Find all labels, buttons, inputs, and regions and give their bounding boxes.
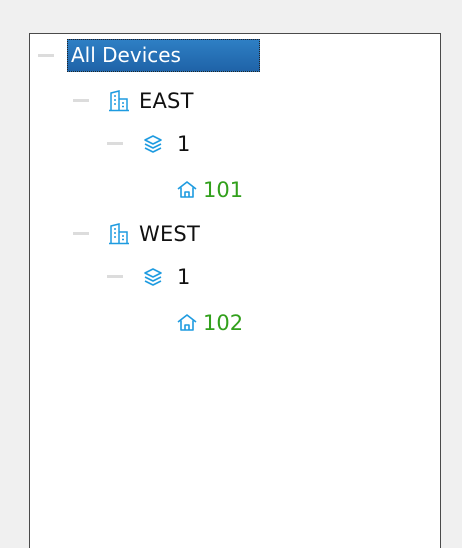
tree-node-label: WEST [139,222,200,246]
tree-node-all-devices[interactable]: All Devices [67,39,260,72]
tree-node-room-102[interactable]: 102 [176,306,243,340]
layers-icon [142,133,164,155]
collapse-toggle-east[interactable] [73,99,89,102]
home-icon [176,179,198,201]
collapse-toggle-west[interactable] [73,232,89,235]
tree-node-label: EAST [139,89,194,113]
tree-node-room-101[interactable]: 101 [176,173,243,207]
collapse-toggle-west-floor-1[interactable] [107,275,123,278]
collapse-toggle-east-floor-1[interactable] [107,142,123,145]
collapse-toggle-root[interactable] [38,54,54,57]
tree-node-east[interactable]: EAST [108,84,194,118]
tree-node-label: 101 [203,178,244,202]
tree-node-west-floor-1[interactable]: 1 [142,260,191,294]
tree-node-east-floor-1[interactable]: 1 [142,127,191,161]
tree-node-label: 1 [177,132,191,156]
device-tree-panel[interactable] [29,33,441,548]
tree-node-west[interactable]: WEST [108,217,200,251]
tree-node-label: 1 [177,265,191,289]
building-icon [108,90,130,112]
tree-node-label: 102 [203,311,244,335]
layers-icon [142,266,164,288]
building-icon [108,223,130,245]
home-icon [176,312,198,334]
